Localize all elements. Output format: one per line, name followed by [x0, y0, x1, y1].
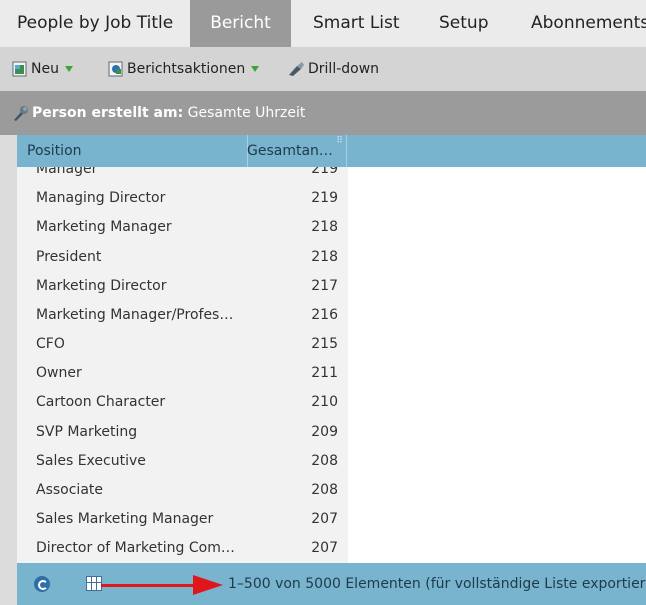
- dropdown-caret-icon: [64, 66, 73, 72]
- new-button[interactable]: Neu: [12, 47, 73, 91]
- cell-position: CFO: [36, 336, 65, 352]
- table-row[interactable]: SVP Marketing 209: [17, 418, 348, 447]
- filter-text[interactable]: Person erstellt am: Gesamte Uhrzeit: [32, 91, 305, 135]
- tab-smart-list[interactable]: Smart List: [313, 0, 400, 47]
- cell-position: Sales Marketing Manager: [36, 511, 214, 527]
- drilldown-button[interactable]: Drill-down: [287, 47, 379, 91]
- cell-total: 209: [311, 424, 338, 440]
- report-actions-icon: [108, 61, 123, 77]
- column-header-position[interactable]: Position: [17, 135, 248, 167]
- grid-header: Position Gesamtan… ⠿: [17, 135, 646, 167]
- new-report-icon: [12, 61, 27, 77]
- table-row[interactable]: Cartoon Character 210: [17, 388, 348, 417]
- cell-position: Managing Director: [36, 190, 166, 206]
- cell-total: 210: [311, 394, 338, 410]
- cell-total: 216: [311, 307, 338, 323]
- dropdown-caret-icon: [251, 66, 260, 72]
- cell-position: Marketing Director: [36, 278, 167, 294]
- table-row[interactable]: Marketing Manager/Profes… 216: [17, 301, 348, 330]
- cell-position: Associate: [36, 482, 103, 498]
- cell-position: Director of Marketing Com…: [36, 540, 235, 556]
- table-row[interactable]: Marketing Manager 218: [17, 213, 348, 242]
- cell-position: SVP Marketing: [36, 424, 138, 440]
- cell-total: 215: [311, 336, 338, 352]
- tab-setup[interactable]: Setup: [439, 0, 488, 47]
- cell-total: 217: [311, 278, 338, 294]
- table-row[interactable]: Manager 219: [17, 167, 348, 184]
- report-actions-label: Berichtsaktionen: [127, 61, 246, 77]
- cell-position: Owner: [36, 365, 82, 381]
- cell-position: President: [36, 249, 102, 265]
- cell-total: 208: [311, 482, 338, 498]
- tab-people-by-job-title[interactable]: People by Job Title: [0, 0, 188, 47]
- table-row[interactable]: CFO 215: [17, 330, 348, 359]
- filter-value: Gesamte Uhrzeit: [187, 105, 306, 121]
- new-button-label: Neu: [31, 61, 59, 77]
- annotation-arrow-icon: [193, 575, 223, 595]
- table-row[interactable]: Sales Executive 208: [17, 447, 348, 476]
- cell-total: 218: [311, 249, 338, 265]
- cell-total: 219: [311, 190, 338, 206]
- cell-total: 218: [311, 219, 338, 235]
- table-row[interactable]: Associate 208: [17, 476, 348, 505]
- column-menu-icon[interactable]: ⠿: [336, 137, 343, 146]
- filter-key: Person erstellt am:: [32, 105, 184, 121]
- tab-bar: People by Job Title Bericht Smart List S…: [0, 0, 646, 47]
- cell-position: Manager: [36, 167, 98, 177]
- paging-status: 1–500 von 5000 Elementen (für vollständi…: [228, 576, 646, 592]
- grid-body[interactable]: Manager 219 Managing Director 219 Marketin…: [17, 167, 348, 563]
- cell-position: Marketing Manager: [36, 219, 172, 235]
- drilldown-icon: [289, 62, 304, 76]
- column-header-total[interactable]: Gesamtan… ⠿: [238, 135, 347, 167]
- column-header-total-label: Gesamtan…: [247, 143, 333, 159]
- table-row[interactable]: Director of Marketing Com… 207: [17, 534, 348, 563]
- report-actions-button[interactable]: Berichtsaktionen: [108, 47, 260, 91]
- table-row[interactable]: Owner 211: [17, 359, 348, 388]
- table-row[interactable]: Marketing Director 217: [17, 272, 348, 301]
- drilldown-label: Drill-down: [308, 61, 380, 77]
- cell-position: Cartoon Character: [36, 394, 166, 410]
- tab-abonnements[interactable]: Abonnements: [531, 0, 646, 47]
- left-panel-strip: [0, 135, 17, 605]
- grid-footer: 1–500 von 5000 Elementen (für vollständi…: [17, 563, 646, 605]
- grid-view-icon[interactable]: [86, 576, 102, 591]
- cell-position: Marketing Manager/Profes…: [36, 307, 234, 323]
- grid-empty-area: [348, 167, 646, 563]
- table-row[interactable]: President 218: [17, 243, 348, 272]
- cell-total: 208: [311, 453, 338, 469]
- cell-total: 207: [311, 511, 338, 527]
- table-row[interactable]: Managing Director 219: [17, 184, 348, 213]
- cell-position: Sales Executive: [36, 453, 146, 469]
- filter-bar: Person erstellt am: Gesamte Uhrzeit: [0, 91, 646, 135]
- cell-total: 207: [311, 540, 338, 556]
- filter-wrench-icon: [14, 106, 28, 121]
- table-row[interactable]: Sales Marketing Manager 207: [17, 505, 348, 534]
- refresh-icon[interactable]: [34, 576, 50, 592]
- cell-total: 219: [311, 167, 338, 177]
- cell-total: 211: [311, 365, 338, 381]
- tab-bericht[interactable]: Bericht: [190, 0, 291, 47]
- toolbar: Neu Berichtsaktionen Drill-down: [0, 47, 646, 91]
